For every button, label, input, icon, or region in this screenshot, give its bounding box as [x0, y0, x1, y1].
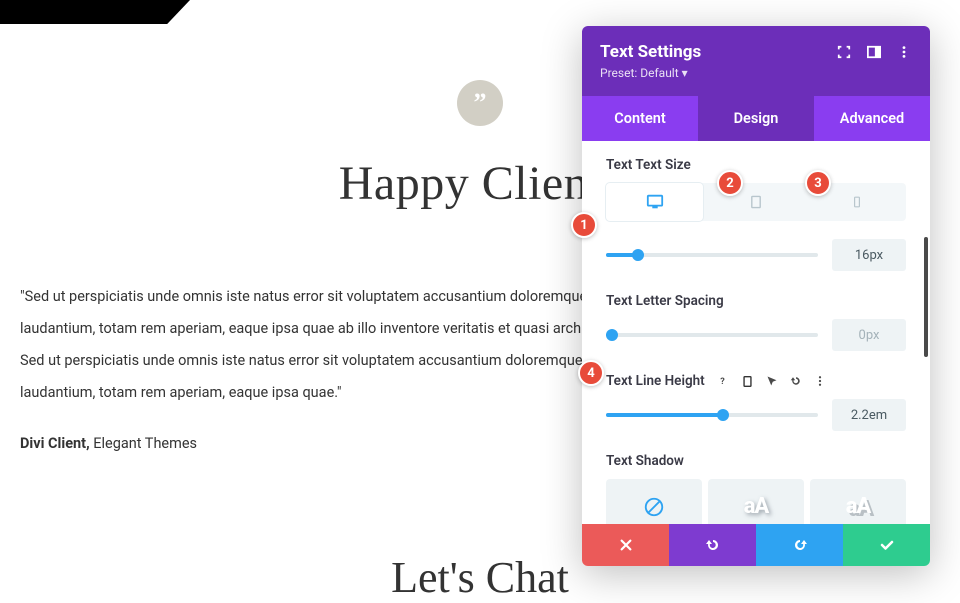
panel-title: Text Settings — [600, 42, 701, 62]
cancel-button[interactable] — [582, 524, 669, 566]
annotation-badge-2: 2 — [717, 170, 743, 196]
text-size-slider[interactable] — [606, 253, 818, 257]
more-icon[interactable] — [813, 374, 827, 388]
label-line-height: Text Line Height ? — [606, 373, 906, 389]
label-text-shadow: Text Shadow — [606, 453, 906, 469]
tab-advanced[interactable]: Advanced — [814, 96, 930, 141]
attribution-role: Elegant Themes — [90, 435, 197, 452]
help-icon[interactable]: ? — [717, 374, 731, 388]
line-height-value[interactable]: 2.2em — [832, 399, 906, 431]
letter-spacing-slider[interactable] — [606, 333, 818, 337]
text-settings-panel: Text Settings Preset: Default ▾ Content … — [582, 26, 930, 566]
hover-icon[interactable] — [765, 374, 779, 388]
panel-tabs: Content Design Advanced — [582, 96, 930, 141]
annotation-badge-4: 4 — [578, 360, 604, 386]
device-desktop[interactable] — [606, 183, 703, 221]
line-height-slider[interactable] — [606, 413, 818, 417]
testimonial-body: "Sed ut perspiciatis unde omnis iste nat… — [20, 281, 640, 409]
letter-spacing-value[interactable]: 0px — [832, 319, 906, 351]
shadow-none[interactable] — [606, 479, 702, 524]
annotation-badge-1: 1 — [571, 212, 597, 238]
annotation-badge-3: 3 — [805, 170, 831, 196]
menu-dots-icon[interactable] — [896, 44, 912, 60]
redo-button[interactable] — [756, 524, 843, 566]
device-tabs — [606, 183, 906, 221]
reset-icon[interactable] — [789, 374, 803, 388]
svg-text:?: ? — [720, 377, 725, 387]
panel-body: Text Text Size 16px Text Letter Spacing — [582, 141, 930, 524]
panel-preset[interactable]: Preset: Default ▾ — [600, 66, 701, 80]
attribution-name: Divi Client, — [20, 435, 90, 452]
undo-button[interactable] — [669, 524, 756, 566]
panel-header[interactable]: Text Settings Preset: Default ▾ — [582, 26, 930, 96]
tab-design[interactable]: Design — [698, 96, 814, 141]
tab-content[interactable]: Content — [582, 96, 698, 141]
label-letter-spacing: Text Letter Spacing — [606, 293, 906, 309]
expand-icon[interactable] — [836, 44, 852, 60]
save-button[interactable] — [843, 524, 930, 566]
scrollbar[interactable] — [924, 237, 928, 357]
panel-footer — [582, 524, 930, 566]
shadow-preset-1[interactable]: aA — [708, 479, 804, 524]
label-text-size: Text Text Size — [606, 157, 906, 173]
text-size-value[interactable]: 16px — [832, 239, 906, 271]
dock-icon[interactable] — [866, 44, 882, 60]
responsive-icon[interactable] — [741, 374, 755, 388]
shadow-preset-2[interactable]: aA — [810, 479, 906, 524]
quote-icon: ” — [457, 80, 503, 126]
